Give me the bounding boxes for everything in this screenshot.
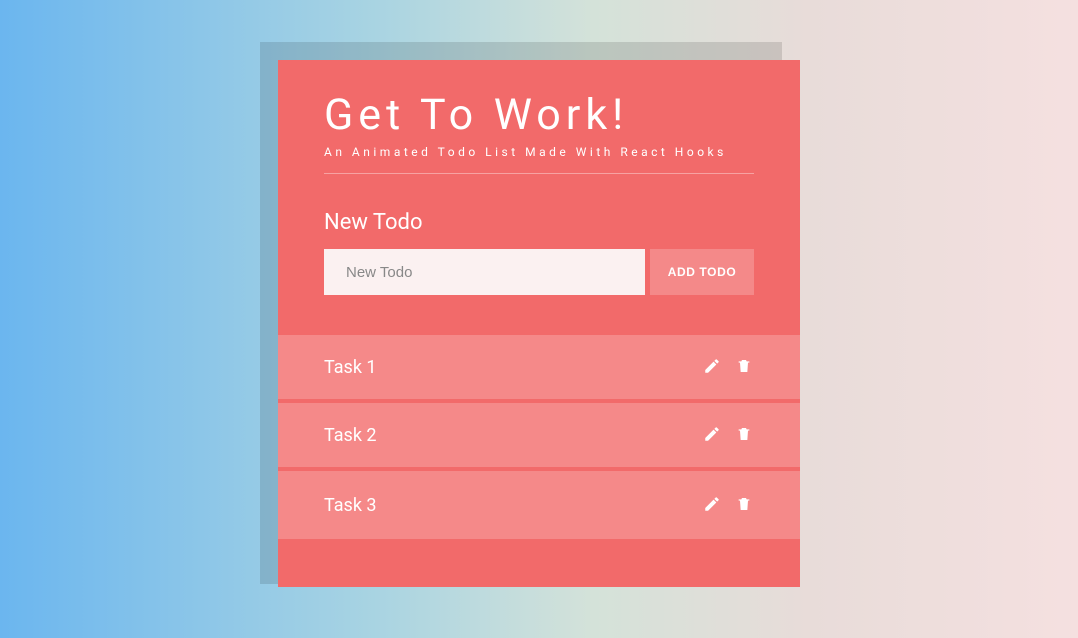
edit-task-button[interactable] xyxy=(702,495,722,515)
pencil-icon xyxy=(703,425,721,446)
todo-card: Get To Work! An Animated Todo List Made … xyxy=(278,60,800,587)
delete-task-button[interactable] xyxy=(734,357,754,377)
add-todo-button[interactable]: ADD TODO xyxy=(650,249,754,295)
card-footer xyxy=(278,539,800,587)
task-row: Task 1 xyxy=(278,335,800,403)
delete-task-button[interactable] xyxy=(734,425,754,445)
trash-icon xyxy=(736,425,752,446)
task-label: Task 2 xyxy=(324,425,377,446)
edit-task-button[interactable] xyxy=(702,425,722,445)
edit-task-button[interactable] xyxy=(702,357,722,377)
task-list: Task 1 Task 2 xyxy=(278,335,800,539)
trash-icon xyxy=(736,357,752,378)
new-todo-label: New Todo xyxy=(324,210,754,235)
input-row: ADD TODO xyxy=(324,249,754,295)
new-todo-section: New Todo ADD TODO xyxy=(278,174,800,335)
delete-task-button[interactable] xyxy=(734,495,754,515)
pencil-icon xyxy=(703,357,721,378)
task-actions xyxy=(702,425,754,445)
task-actions xyxy=(702,357,754,377)
task-label: Task 3 xyxy=(324,495,377,516)
trash-icon xyxy=(736,495,752,516)
pencil-icon xyxy=(703,495,721,516)
task-row: Task 2 xyxy=(278,403,800,471)
page-subtitle: An Animated Todo List Made With React Ho… xyxy=(324,145,754,174)
task-label: Task 1 xyxy=(324,357,377,378)
card-header: Get To Work! An Animated Todo List Made … xyxy=(278,60,800,174)
task-row: Task 3 xyxy=(278,471,800,539)
page-title: Get To Work! xyxy=(324,92,754,139)
new-todo-input[interactable] xyxy=(324,249,645,295)
task-actions xyxy=(702,495,754,515)
